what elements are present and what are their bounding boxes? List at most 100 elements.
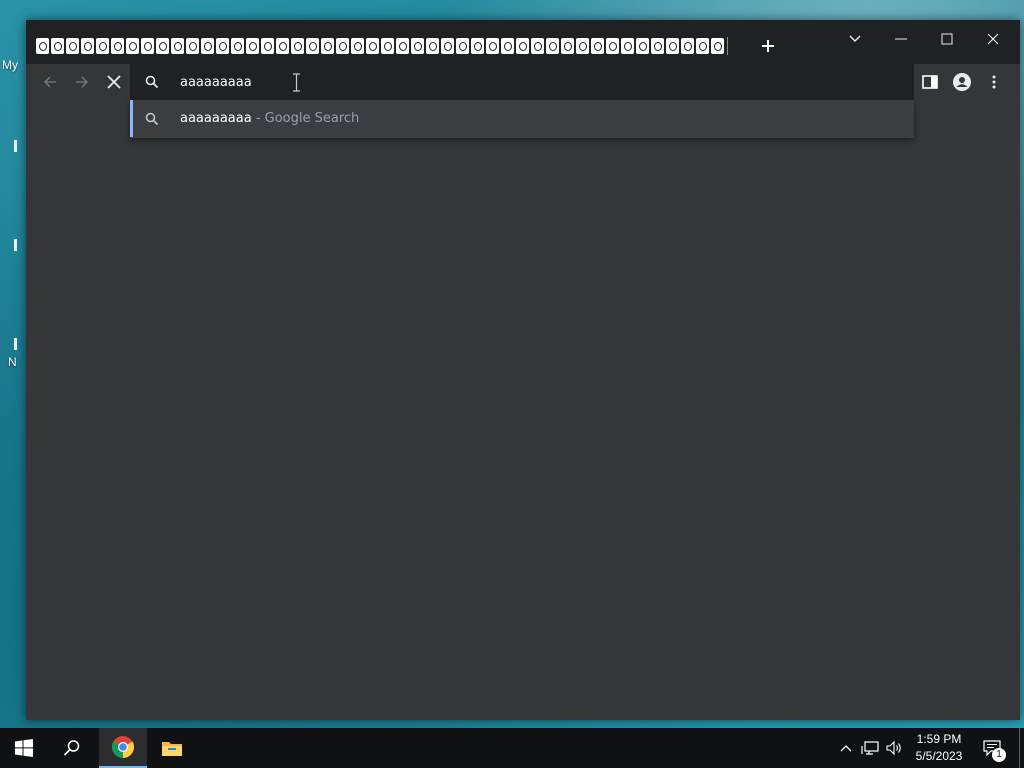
suggestion-suffix: - Google Search: [251, 111, 360, 126]
tab[interactable]: [126, 38, 139, 54]
chevron-down-icon: [849, 35, 861, 42]
desktop-icon-label-n[interactable]: N: [8, 355, 17, 369]
tab[interactable]: [216, 38, 229, 54]
tab-separator: [727, 37, 728, 55]
tab[interactable]: [81, 38, 94, 54]
tab[interactable]: [276, 38, 289, 54]
show-desktop-button[interactable]: [1019, 728, 1020, 768]
maximize-button[interactable]: [924, 24, 970, 54]
text-cursor-icon: [293, 73, 300, 92]
search-icon: [145, 112, 159, 126]
toolbar: [26, 64, 1020, 100]
close-window-button[interactable]: [970, 24, 1016, 54]
stop-loading-button[interactable]: [100, 68, 128, 96]
clock-time: 1:59 PM: [916, 732, 962, 746]
chrome-menu-button[interactable]: [980, 68, 1008, 96]
tab[interactable]: [486, 38, 499, 54]
arrow-left-icon: [43, 76, 56, 88]
tab[interactable]: [681, 38, 694, 54]
tab[interactable]: [186, 38, 199, 54]
page-content-area: [26, 100, 1020, 720]
tab[interactable]: [711, 38, 724, 54]
new-tab-button[interactable]: [756, 34, 780, 58]
tab[interactable]: [471, 38, 484, 54]
search-icon: [63, 740, 80, 756]
side-panel-button[interactable]: [916, 68, 944, 96]
start-button[interactable]: [0, 728, 48, 768]
tab[interactable]: [306, 38, 319, 54]
tab[interactable]: [231, 38, 244, 54]
system-clock[interactable]: 1:59 PM 5/5/2023: [906, 731, 972, 767]
minimize-button[interactable]: [878, 24, 924, 54]
desktop-icon-label-my[interactable]: My: [2, 58, 18, 72]
tab[interactable]: [36, 38, 49, 54]
show-hidden-icons-button[interactable]: [836, 738, 856, 758]
side-panel-icon: [922, 75, 938, 89]
tab[interactable]: [561, 38, 574, 54]
suggestion-item[interactable]: aaaaaaaaa - Google Search: [130, 100, 914, 138]
tab[interactable]: [366, 38, 379, 54]
tab[interactable]: [291, 38, 304, 54]
tab[interactable]: [171, 38, 184, 54]
tab[interactable]: [696, 38, 709, 54]
tab[interactable]: [636, 38, 649, 54]
tab[interactable]: [501, 38, 514, 54]
plus-icon: [762, 40, 774, 52]
back-button[interactable]: [36, 68, 64, 96]
tab[interactable]: [66, 38, 79, 54]
forward-button[interactable]: [68, 68, 96, 96]
tab[interactable]: [141, 38, 154, 54]
tab[interactable]: [156, 38, 169, 54]
tab[interactable]: [666, 38, 679, 54]
browser-window: aaaaaaaaa - Google Search: [26, 20, 1020, 720]
tab[interactable]: [201, 38, 214, 54]
tab[interactable]: [111, 38, 124, 54]
tab[interactable]: [576, 38, 589, 54]
desktop-icon-fragment[interactable]: [14, 239, 17, 251]
omnibox-suggestions-dropdown: aaaaaaaaa - Google Search: [130, 100, 914, 138]
tab[interactable]: [411, 38, 424, 54]
minimize-icon: [895, 38, 907, 40]
chevron-up-icon: [840, 745, 852, 752]
notification-count-badge: 1: [992, 748, 1006, 762]
tab[interactable]: [321, 38, 334, 54]
taskbar-search-button[interactable]: [48, 728, 96, 768]
taskbar-file-explorer-button[interactable]: [148, 728, 196, 768]
tab-strip: [36, 37, 728, 55]
desktop-icon-fragment[interactable]: [14, 338, 17, 350]
tab[interactable]: [651, 38, 664, 54]
tab[interactable]: [396, 38, 409, 54]
tab[interactable]: [336, 38, 349, 54]
suggestion-query: aaaaaaaaa: [180, 111, 252, 126]
maximize-icon: [941, 33, 953, 45]
kebab-menu-icon: [992, 75, 996, 89]
profile-button[interactable]: [948, 68, 976, 96]
stop-loading-icon: [107, 75, 121, 89]
close-icon: [987, 33, 999, 45]
tab[interactable]: [516, 38, 529, 54]
taskbar-chrome-button[interactable]: [99, 728, 147, 768]
tab[interactable]: [246, 38, 259, 54]
tab[interactable]: [381, 38, 394, 54]
network-button[interactable]: [860, 738, 880, 758]
tab[interactable]: [621, 38, 634, 54]
tab[interactable]: [546, 38, 559, 54]
tab[interactable]: [426, 38, 439, 54]
volume-button[interactable]: [884, 738, 904, 758]
tab[interactable]: [591, 38, 604, 54]
address-bar[interactable]: [130, 64, 914, 100]
tab-search-button[interactable]: [832, 24, 878, 54]
tab[interactable]: [441, 38, 454, 54]
tab[interactable]: [261, 38, 274, 54]
tab[interactable]: [51, 38, 64, 54]
arrow-right-icon: [76, 76, 89, 88]
tab[interactable]: [456, 38, 469, 54]
volume-icon: [886, 740, 901, 756]
suggestion-text: aaaaaaaaa - Google Search: [180, 111, 359, 126]
tab[interactable]: [531, 38, 544, 54]
address-input[interactable]: [180, 72, 780, 92]
tab[interactable]: [351, 38, 364, 54]
desktop-icon-fragment[interactable]: [14, 140, 17, 152]
tab[interactable]: [96, 38, 109, 54]
tab[interactable]: [606, 38, 619, 54]
